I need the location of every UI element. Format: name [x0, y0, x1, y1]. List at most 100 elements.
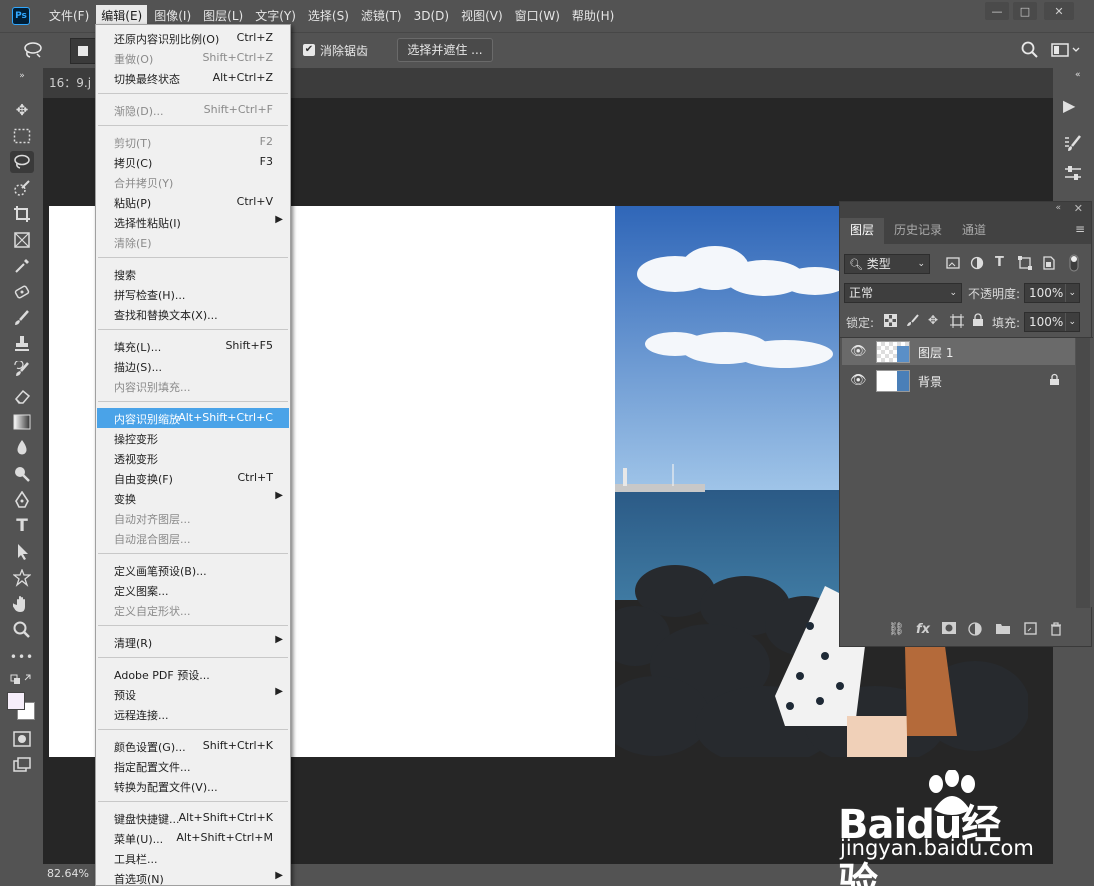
delete-layer-icon[interactable]: [1050, 622, 1062, 640]
adjustments-icon[interactable]: [1063, 164, 1083, 186]
pen-tool-icon[interactable]: [10, 489, 34, 511]
move-tool-icon[interactable]: ✥: [10, 99, 34, 121]
edit-menu-item[interactable]: 描边(S)...: [97, 356, 289, 376]
edit-menu-item[interactable]: 搜索: [97, 264, 289, 284]
edit-menu-item[interactable]: 剪切(T) F2: [97, 132, 289, 152]
tab-channels[interactable]: 通道: [952, 218, 996, 244]
lasso-tool-icon[interactable]: [10, 151, 34, 173]
edit-menu-item[interactable]: 还原内容识别比例(O) Ctrl+Z: [97, 28, 289, 48]
menu-8[interactable]: 视图(V): [456, 5, 508, 27]
crop-tool-icon[interactable]: [10, 203, 34, 225]
menu-7[interactable]: 3D(D): [409, 5, 454, 27]
eye-icon[interactable]: 👁︎: [850, 344, 867, 359]
search-icon[interactable]: [1021, 41, 1039, 63]
maximize-button[interactable]: □: [1013, 2, 1037, 20]
edit-menu-item[interactable]: 颜色设置(G)... Shift+Ctrl+K: [97, 736, 289, 756]
close-button[interactable]: ✕: [1044, 2, 1074, 20]
edit-menu-item[interactable]: Adobe PDF 预设...: [97, 664, 289, 684]
layer-row-background[interactable]: 👁︎ 背景: [842, 367, 1075, 394]
brush-settings-icon[interactable]: [1063, 134, 1083, 158]
group-folder-icon[interactable]: [996, 622, 1010, 638]
opacity-input[interactable]: 100% ⌄: [1024, 283, 1080, 303]
lock-position-icon[interactable]: ✥: [928, 313, 938, 327]
lock-icon[interactable]: [1049, 373, 1060, 389]
type-tool-icon[interactable]: T: [10, 515, 34, 537]
clone-stamp-tool-icon[interactable]: [10, 333, 34, 355]
filter-pixel-icon[interactable]: [946, 256, 960, 273]
menu-10[interactable]: 帮助(H): [567, 5, 619, 27]
lasso-preset-icon[interactable]: [22, 41, 44, 63]
blur-tool-icon[interactable]: [10, 437, 34, 459]
filter-adjustment-icon[interactable]: [970, 256, 984, 273]
workspace-icon[interactable]: [1051, 42, 1081, 61]
edit-menu-item[interactable]: 填充(L)... Shift+F5: [97, 336, 289, 356]
panel-menu-icon[interactable]: ≡: [1075, 222, 1085, 236]
zoom-tool-icon[interactable]: [10, 619, 34, 641]
tab-layers[interactable]: 图层: [840, 218, 885, 244]
close-panel-icon[interactable]: ✕: [1074, 202, 1083, 215]
layer-mask-icon[interactable]: [942, 622, 956, 638]
eye-icon[interactable]: 👁︎: [850, 373, 867, 388]
edit-menu-item[interactable]: 自动混合图层...: [97, 528, 289, 548]
marquee-tool-icon[interactable]: [10, 125, 34, 147]
edit-menu-item[interactable]: 内容识别填充...: [97, 376, 289, 396]
edit-menu-item[interactable]: 粘贴(P) Ctrl+V: [97, 192, 289, 212]
default-colors-icon[interactable]: [10, 672, 34, 686]
document-tab[interactable]: 16：9.j: [49, 74, 91, 91]
edit-menu-item[interactable]: 自由变换(F) Ctrl+T: [97, 468, 289, 488]
eraser-tool-icon[interactable]: [10, 385, 34, 407]
new-selection-mode-button[interactable]: [70, 38, 96, 64]
edit-menu-item[interactable]: 远程连接...: [97, 704, 289, 724]
fill-input[interactable]: 100% ⌄: [1024, 312, 1080, 332]
zoom-level[interactable]: 82.64%: [47, 867, 89, 880]
edit-menu-item[interactable]: 定义自定形状...: [97, 600, 289, 620]
edit-menu-item[interactable]: 指定配置文件...: [97, 756, 289, 776]
collapse-dock-icon[interactable]: «: [1075, 70, 1081, 80]
edit-menu-item[interactable]: 透视变形: [97, 448, 289, 468]
menu-5[interactable]: 选择(S): [303, 5, 354, 27]
healing-brush-tool-icon[interactable]: [10, 281, 34, 303]
screen-mode-icon[interactable]: [10, 754, 34, 776]
edit-menu-item[interactable]: 键盘快捷键... Alt+Shift+Ctrl+K: [97, 808, 289, 828]
edit-menu-item[interactable]: 拷贝(C) F3: [97, 152, 289, 172]
eyedropper-tool-icon[interactable]: [10, 255, 34, 277]
edit-menu-item[interactable]: 操控变形: [97, 428, 289, 448]
edit-menu-item[interactable]: 变换 ▶: [97, 488, 289, 508]
collapse-panel-icon[interactable]: «: [1055, 203, 1061, 213]
gradient-tool-icon[interactable]: [10, 411, 34, 433]
adjustment-layer-icon[interactable]: [968, 622, 982, 640]
frame-tool-icon[interactable]: [10, 229, 34, 251]
filter-smartobject-icon[interactable]: [1042, 256, 1056, 273]
edit-menu-item[interactable]: 内容识别缩放 Alt+Shift+Ctrl+C: [97, 408, 289, 428]
edit-menu-item[interactable]: 转换为配置文件(V)...: [97, 776, 289, 796]
layer-name[interactable]: 背景: [918, 373, 942, 390]
fx-icon[interactable]: fx: [916, 622, 930, 637]
dodge-tool-icon[interactable]: [10, 463, 34, 485]
filter-type-icon[interactable]: T: [995, 255, 1004, 270]
edit-menu-item[interactable]: 切换最终状态 Alt+Ctrl+Z: [97, 68, 289, 88]
lock-pixels-icon[interactable]: [906, 314, 919, 330]
filter-toggle-icon[interactable]: [1069, 254, 1079, 275]
menu-6[interactable]: 滤镜(T): [356, 5, 407, 27]
quick-mask-icon[interactable]: [10, 728, 34, 750]
hand-tool-icon[interactable]: [10, 593, 34, 615]
history-brush-tool-icon[interactable]: [10, 359, 34, 381]
edit-menu-item[interactable]: 自动对齐图层...: [97, 508, 289, 528]
link-layers-icon[interactable]: ⛓︎: [888, 622, 905, 637]
quick-selection-tool-icon[interactable]: [10, 177, 34, 199]
select-and-mask-button[interactable]: 选择并遮住 ...: [397, 38, 493, 62]
brush-tool-icon[interactable]: [10, 307, 34, 329]
more-tools-icon[interactable]: •••: [10, 646, 34, 668]
antialias-checkbox[interactable]: ✔: [303, 44, 315, 56]
menu-9[interactable]: 窗口(W): [510, 5, 565, 27]
edit-menu-item[interactable]: 清除(E): [97, 232, 289, 252]
edit-menu-item[interactable]: 首选项(N) ▶: [97, 868, 289, 886]
edit-menu-item[interactable]: 定义图案...: [97, 580, 289, 600]
edit-menu-item[interactable]: 菜单(U)... Alt+Shift+Ctrl+M: [97, 828, 289, 848]
edit-menu-item[interactable]: 预设 ▶: [97, 684, 289, 704]
edit-menu-item[interactable]: 重做(O) Shift+Ctrl+Z: [97, 48, 289, 68]
edit-menu-item[interactable]: 渐隐(D)... Shift+Ctrl+F: [97, 100, 289, 120]
edit-menu-item[interactable]: 查找和替换文本(X)...: [97, 304, 289, 324]
layer-name[interactable]: 图层 1: [918, 344, 953, 361]
edit-menu-item[interactable]: 合并拷贝(Y): [97, 172, 289, 192]
